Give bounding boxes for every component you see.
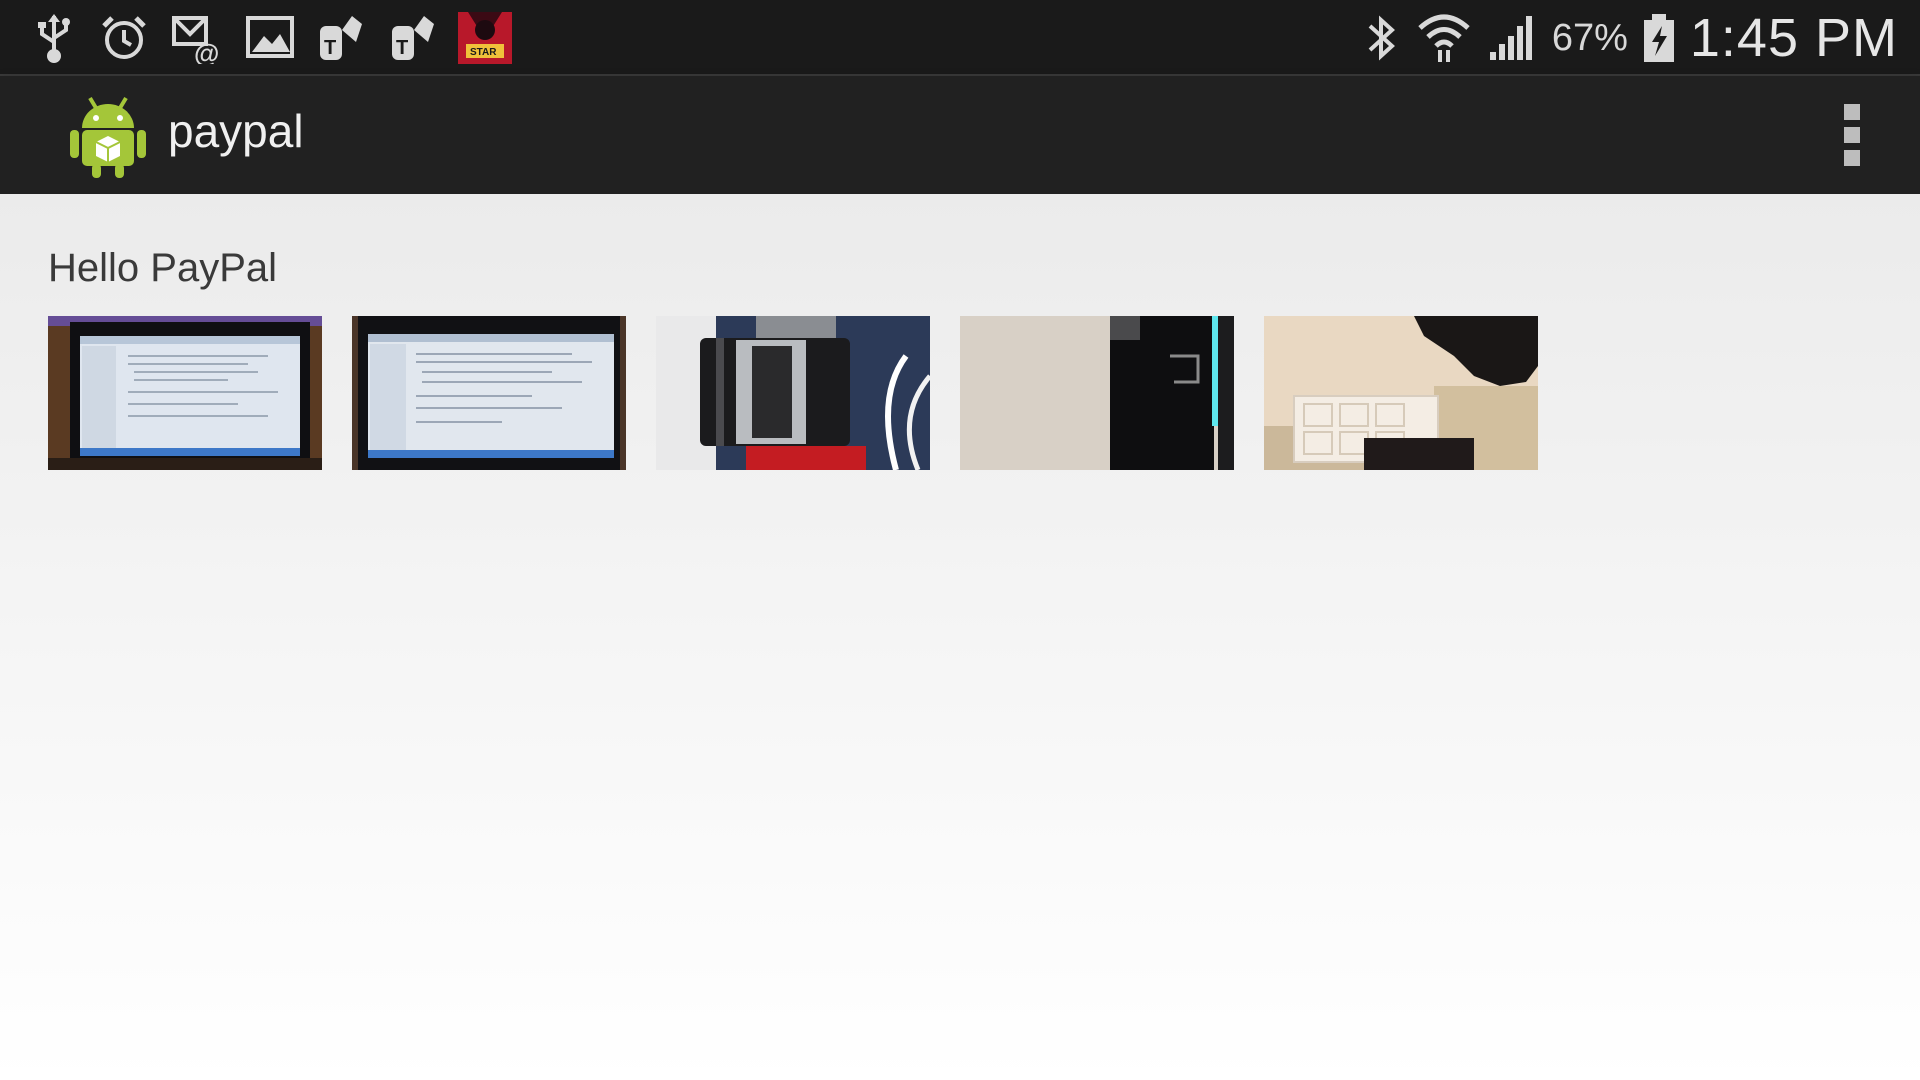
usb-icon [38,14,70,63]
svg-text:T: T [324,37,336,59]
thumbnail-image[interactable] [960,316,1234,470]
email-icon: @ [172,16,219,64]
main-content: Hello PayPal [0,194,1920,1080]
clock: 1:45 PM [1689,8,1898,68]
status-bar: @ T T STAR 67% 1:45 PM [0,0,1920,76]
alarm-icon [102,16,146,59]
tmobile-icon: T [392,16,434,60]
android-robot-icon[interactable] [68,92,148,178]
battery-percent: 67% [1551,16,1628,59]
wifi-icon [1418,14,1470,62]
star-wars-app-icon: STAR [458,12,512,64]
greeting-text: Hello PayPal [48,246,278,290]
svg-text:T: T [396,37,408,59]
app-title: paypal [168,105,304,157]
gallery-icon [246,16,294,58]
tmobile-icon: T [320,16,362,60]
bluetooth-icon [1368,15,1395,61]
thumbnail-image[interactable] [1264,316,1538,470]
thumbnail-image[interactable] [48,316,322,470]
thumbnail-image[interactable] [656,316,930,470]
svg-text:@: @ [194,38,219,64]
signal-icon [1489,16,1532,60]
svg-text:STAR: STAR [470,47,497,58]
system-status-group: 67% 1:45 PM [1360,0,1898,76]
overflow-menu-icon[interactable] [1844,104,1862,166]
battery-charging-icon [1643,14,1674,62]
action-bar: paypal [0,76,1920,194]
thumbnail-image[interactable] [352,316,626,470]
thumbnail-strip [48,316,1538,470]
